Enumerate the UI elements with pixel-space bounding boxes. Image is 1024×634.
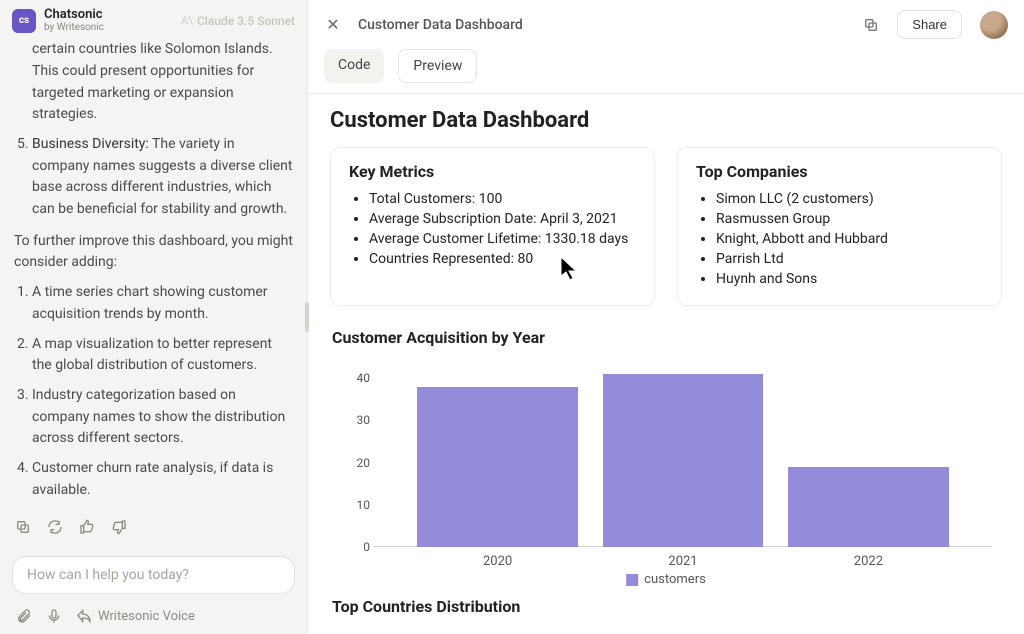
thumbs-up-icon[interactable] — [78, 518, 96, 536]
company-item: Rasmussen Group — [716, 211, 983, 227]
improve-item: A time series chart showing customer acq… — [32, 282, 293, 325]
preview-body: Customer Data Dashboard Key Metrics Tota… — [308, 94, 1024, 634]
insight-item-5: Business Diversity: The variety in compa… — [32, 134, 293, 221]
share-button[interactable]: Share — [897, 10, 962, 39]
composer: How can I help you today? — [0, 546, 307, 600]
brand-name: Chatsonic — [44, 8, 104, 22]
x-tick: 2022 — [854, 554, 883, 569]
improve-item: Industry categorization based on company… — [32, 385, 293, 450]
bar — [788, 467, 949, 547]
legend-label: customers — [644, 572, 706, 587]
attach-button[interactable] — [16, 608, 32, 624]
thumbs-down-icon[interactable] — [110, 518, 128, 536]
model-selector[interactable]: A\ Claude 3.5 Sonnet — [181, 14, 295, 28]
improve-item: A map visualization to better represent … — [32, 334, 293, 377]
message-actions — [0, 514, 307, 546]
y-tick: 20 — [330, 456, 370, 470]
composer-input[interactable]: How can I help you today? — [12, 556, 295, 594]
acquisition-chart: customers 0 10 20 30 40 2020 2021 2022 — [330, 357, 1002, 587]
company-item: Huynh and Sons — [716, 271, 983, 287]
company-item: Parrish Ltd — [716, 251, 983, 267]
tab-preview[interactable]: Preview — [398, 49, 477, 83]
preview-header: ✕ Customer Data Dashboard Share — [308, 0, 1024, 49]
key-metrics-card: Key Metrics Total Customers: 100 Average… — [330, 147, 655, 306]
model-name: Claude 3.5 Sonnet — [197, 14, 295, 28]
insight-label: Business Diversity: — [32, 136, 149, 152]
tabs: Code Preview — [308, 49, 1024, 94]
preview-panel: ✕ Customer Data Dashboard Share Code Pre… — [308, 0, 1024, 634]
metric-item: Average Customer Lifetime: 1330.18 days — [369, 231, 636, 247]
improve-lead: To further improve this dashboard, you m… — [14, 231, 293, 274]
close-icon[interactable]: ✕ — [320, 12, 346, 38]
msg-fragment: certain countries like Solomon Islands. … — [32, 39, 293, 126]
voice-label: Writesonic Voice — [98, 609, 195, 624]
legend-swatch — [626, 574, 638, 586]
voice-button[interactable]: Writesonic Voice — [76, 608, 195, 624]
companies-title: Top Companies — [696, 162, 983, 181]
copy-icon[interactable] — [14, 518, 32, 536]
x-tick: 2020 — [483, 554, 512, 569]
brand-sub: by Writesonic — [44, 22, 104, 33]
avatar[interactable] — [980, 11, 1008, 39]
chat-header: cs Chatsonic by Writesonic A\ Claude 3.5… — [0, 0, 307, 39]
company-item: Simon LLC (2 customers) — [716, 191, 983, 207]
top-companies-card: Top Companies Simon LLC (2 customers) Ra… — [677, 147, 1002, 306]
metrics-title: Key Metrics — [349, 162, 636, 181]
y-tick: 30 — [330, 413, 370, 427]
y-tick: 40 — [330, 371, 370, 385]
dashboard-title: Customer Data Dashboard — [330, 108, 1002, 133]
metric-item: Countries Represented: 80 — [369, 251, 636, 267]
chart-legend: customers — [626, 572, 706, 587]
header-title: Customer Data Dashboard — [358, 17, 523, 33]
y-tick: 0 — [330, 540, 370, 554]
brand-badge: cs — [12, 9, 36, 33]
chat-message: certain countries like Solomon Islands. … — [0, 39, 307, 514]
brand: Chatsonic by Writesonic — [44, 8, 104, 33]
improve-item: Customer churn rate analysis, if data is… — [32, 458, 293, 501]
bar — [603, 374, 764, 547]
composer-toolbar: Writesonic Voice — [0, 600, 307, 634]
metric-item: Average Subscription Date: April 3, 2021 — [369, 211, 636, 227]
resize-handle[interactable] — [303, 297, 311, 337]
company-item: Knight, Abbott and Hubbard — [716, 231, 983, 247]
bar — [417, 387, 578, 547]
x-tick: 2021 — [668, 554, 697, 569]
chat-panel: cs Chatsonic by Writesonic A\ Claude 3.5… — [0, 0, 308, 634]
y-tick: 10 — [330, 498, 370, 512]
chart-title: Customer Acquisition by Year — [332, 328, 1002, 347]
regenerate-icon[interactable] — [46, 518, 64, 536]
ai-icon: A\ — [181, 14, 193, 27]
copy-code-icon[interactable] — [857, 11, 885, 39]
metric-item: Total Customers: 100 — [369, 191, 636, 207]
mic-button[interactable] — [46, 608, 62, 624]
countries-title: Top Countries Distribution — [332, 597, 1002, 616]
tab-code[interactable]: Code — [324, 49, 384, 83]
